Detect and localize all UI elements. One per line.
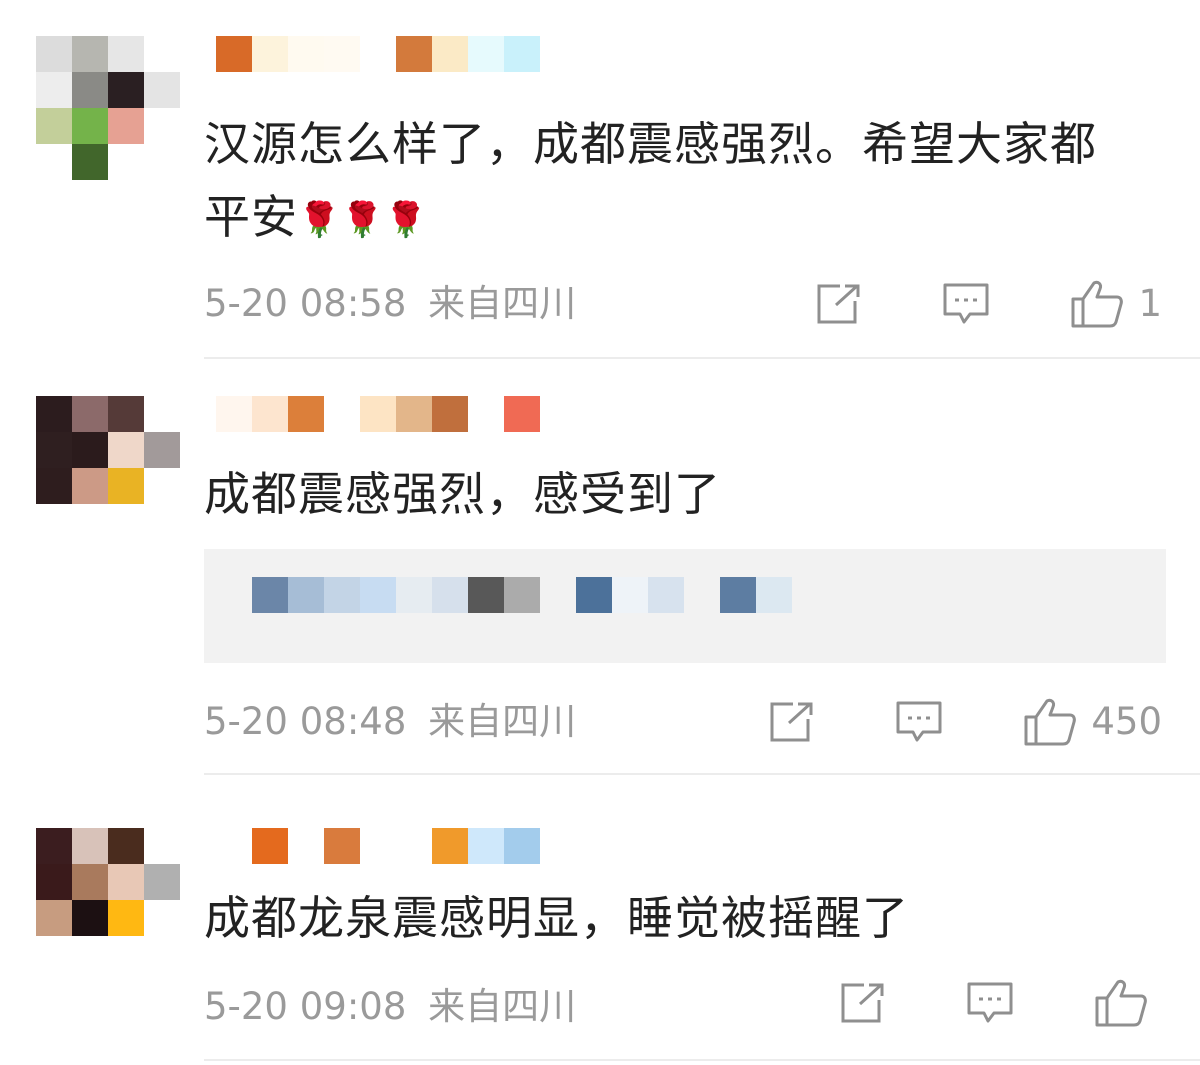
location: 来自四川	[428, 985, 577, 1028]
divider	[204, 773, 1200, 775]
like-count: 1	[1138, 282, 1162, 325]
comment-button[interactable]	[895, 700, 943, 744]
comment-text-line: 汉源怎么样了，成都震感强烈。希望大家都	[204, 117, 1097, 171]
thumbs-up-icon	[1095, 979, 1147, 1027]
comment-text: 成都震感强烈，感受到了	[204, 458, 1179, 531]
avatar[interactable]	[36, 36, 180, 180]
timestamp: 5-20 08:58	[204, 282, 407, 325]
like-button[interactable]: 450	[1023, 697, 1162, 747]
comment-text-line: 成都龙泉震感明显，睡觉被摇醒了	[204, 891, 909, 945]
comment-meta: 5-20 08:48 来自四川	[204, 699, 576, 745]
comment-button[interactable]	[966, 981, 1014, 1025]
thumbs-up-icon	[1071, 280, 1124, 328]
comment-icon	[896, 701, 942, 742]
location: 来自四川	[428, 700, 577, 743]
comment-text: 汉源怎么样了，成都震感强烈。希望大家都 平安🌹🌹🌹	[204, 108, 1179, 257]
timestamp: 5-20 09:08	[204, 985, 407, 1028]
reply-preview[interactable]	[204, 549, 1166, 663]
share-icon	[817, 284, 860, 324]
comment-actions	[840, 978, 1162, 1028]
avatar[interactable]	[36, 828, 180, 972]
divider	[204, 357, 1200, 359]
comment-actions: 1	[816, 279, 1162, 329]
avatar[interactable]	[36, 396, 180, 540]
comment-actions: 450	[769, 697, 1162, 747]
username[interactable]	[216, 36, 576, 72]
location: 来自四川	[428, 282, 577, 325]
like-button[interactable]: 1	[1070, 279, 1162, 329]
share-button[interactable]	[840, 982, 886, 1024]
comment-button[interactable]	[942, 282, 990, 326]
comment-text-line: 成都震感强烈，感受到了	[204, 467, 721, 521]
like-button[interactable]	[1094, 978, 1162, 1028]
username[interactable]	[216, 396, 576, 432]
comment-meta: 5-20 08:58 来自四川	[204, 281, 576, 327]
comment-meta: 5-20 09:08 来自四川	[204, 984, 576, 1030]
share-button[interactable]	[769, 701, 815, 743]
comment-text-line: 平安	[204, 190, 298, 244]
timestamp: 5-20 08:48	[204, 700, 407, 743]
thumbs-up-icon	[1024, 698, 1077, 746]
comment-icon	[943, 283, 989, 324]
like-count: 450	[1091, 700, 1162, 743]
divider	[204, 1059, 1200, 1061]
comment-text: 成都龙泉震感明显，睡觉被摇醒了	[204, 882, 1179, 955]
share-icon	[841, 983, 884, 1023]
share-button[interactable]	[816, 283, 862, 325]
comment-icon	[967, 982, 1013, 1023]
share-icon	[770, 702, 813, 742]
username[interactable]	[216, 828, 576, 864]
rose-emoji: 🌹🌹🌹	[298, 200, 429, 240]
